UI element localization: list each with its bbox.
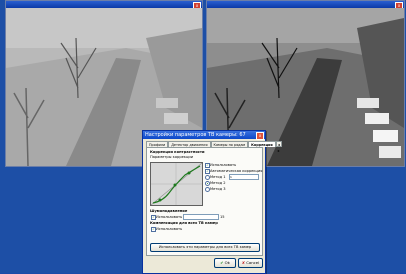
curve-plot: [150, 162, 203, 206]
method1-value-field[interactable]: 1: [229, 174, 259, 180]
method2-label: Метод 2: [210, 181, 226, 185]
noise-value: 15: [220, 215, 225, 219]
correction-params-label: Параметры коррекции: [150, 155, 194, 159]
compensation-use-label: Использовать: [156, 227, 183, 231]
dialog-close-button[interactable]: x: [256, 132, 264, 140]
method3-label: Метод 3: [210, 187, 226, 191]
correction-curve-graph[interactable]: [150, 162, 203, 206]
auto-correction-label: Автоматическая коррекция: [210, 169, 263, 173]
cancel-button[interactable]: ✘ Cancel: [238, 258, 263, 268]
cross-icon: ✘: [241, 260, 246, 265]
section-correction-heading: Коррекция контрастности: [150, 150, 205, 154]
camera-right-titlebar: [207, 1, 404, 8]
ok-button[interactable]: ✔ Ok: [214, 258, 236, 268]
tab-scroll-arrows[interactable]: ◂ ▸: [275, 141, 282, 153]
noise-use-label: Использовать: [156, 215, 183, 219]
cancel-button-label: Cancel: [246, 260, 260, 265]
ok-button-label: Ok: [224, 260, 230, 265]
camera-settings-dialog[interactable]: Настройки параметров ТВ камеры: 67 x Про…: [142, 130, 282, 274]
desktop-background: x x Настройки параметров ТВ камеры: 67 x…: [0, 0, 406, 274]
noise-section-heading: Шумоподавление: [150, 209, 188, 213]
check-icon: ✔: [220, 260, 224, 265]
correction-panel: Коррекция контрастности Параметры коррек…: [146, 147, 263, 256]
noise-slider-field[interactable]: [183, 214, 219, 220]
method1-label: Метод 1: [210, 175, 226, 179]
apply-all-cameras-button[interactable]: Использовать эти параметры для всех ТВ к…: [150, 243, 260, 252]
use-correction-label: Использовать: [210, 163, 237, 167]
dialog-title: Настройки параметров ТВ камеры: 67: [143, 131, 265, 139]
camera-left-titlebar: [6, 1, 202, 8]
compensation-section-heading: Компенсация для всех ТВ камер: [150, 221, 218, 225]
